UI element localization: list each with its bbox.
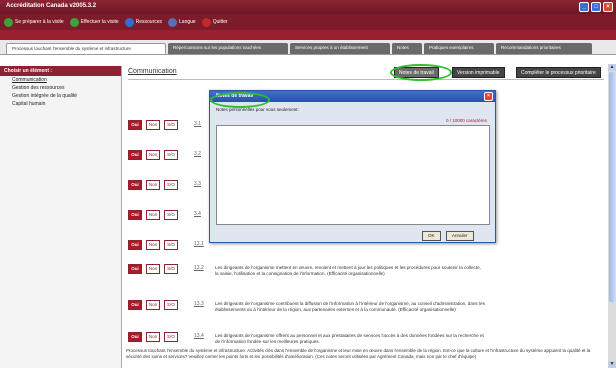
- complete-process-button[interactable]: Compléter le processus prioritaire: [516, 67, 601, 78]
- element-item[interactable]: Communication: [0, 76, 121, 84]
- header-divider: [128, 79, 604, 80]
- answer-na-button[interactable]: S/O: [164, 264, 178, 274]
- scroll-thumb[interactable]: [609, 72, 615, 302]
- question-number[interactable]: 13.2: [194, 265, 204, 271]
- dialog-title-callout: [210, 92, 270, 108]
- toolbar-item-2[interactable]: Ressources: [124, 17, 163, 27]
- question-number[interactable]: 3.4: [194, 211, 201, 217]
- question-row: Oui Non S/O: [128, 332, 178, 346]
- toolbar-item-label: Langue: [179, 19, 196, 25]
- tab-0[interactable]: Processus touchant l'ensemble du système…: [6, 43, 166, 54]
- answer-no-button[interactable]: Non: [146, 264, 160, 274]
- element-item[interactable]: Capital humain: [0, 100, 121, 108]
- toolbar-item-label: Effectuer la visite: [80, 19, 119, 25]
- maximize-icon[interactable]: □: [591, 2, 601, 12]
- question-number[interactable]: 13.1: [194, 241, 204, 247]
- speech-bubble-icon: [168, 17, 178, 27]
- answer-na-button[interactable]: S/O: [164, 210, 178, 220]
- toolbar-strip: [0, 30, 616, 40]
- question-number[interactable]: 3.3: [194, 181, 201, 187]
- element-item[interactable]: Gestion intégrée de la qualité: [0, 92, 121, 100]
- green-arrow-icon: [69, 17, 79, 27]
- minimize-icon[interactable]: _: [579, 2, 589, 12]
- ok-button[interactable]: OK: [422, 231, 441, 241]
- cancel-button[interactable]: Annuler: [446, 231, 474, 241]
- answer-no-button[interactable]: Non: [146, 300, 160, 310]
- answer-no-button[interactable]: Non: [146, 150, 160, 160]
- toolbar-item-label: Se préparer à la visite: [15, 19, 64, 25]
- notes-button-callout: [390, 64, 452, 81]
- element-list-heading: Choisir un élément :: [0, 66, 121, 76]
- question-row: Oui Non S/O: [128, 120, 178, 134]
- answer-yes-button[interactable]: Oui: [128, 264, 142, 274]
- question-number[interactable]: 13.4: [194, 333, 204, 339]
- answer-yes-button[interactable]: Oui: [128, 210, 142, 220]
- answer-yes-button[interactable]: Oui: [128, 180, 142, 190]
- green-arrow-icon: [4, 17, 13, 27]
- section-title: Communication: [128, 68, 177, 75]
- answer-na-button[interactable]: S/O: [164, 180, 178, 190]
- answer-yes-button[interactable]: Oui: [128, 300, 142, 310]
- tab-5[interactable]: Recommandations prioritaires: [496, 43, 592, 54]
- question-text: Les dirigeants de l'organisme mettent en…: [215, 265, 481, 276]
- close-icon[interactable]: ×: [603, 2, 613, 12]
- character-counter: 0 / 10000 caractères: [445, 118, 487, 123]
- answer-yes-button[interactable]: Oui: [128, 240, 142, 250]
- question-number[interactable]: 3.1: [194, 121, 201, 127]
- tab-4[interactable]: Pratiques exemplaires: [424, 43, 494, 54]
- tab-3[interactable]: Notes: [392, 43, 422, 54]
- toolbar-item-label: Quitter: [212, 19, 228, 25]
- question-text: Les dirigeants de l'organisme contribuen…: [215, 301, 485, 312]
- answer-na-button[interactable]: S/O: [164, 332, 178, 342]
- print-version-button[interactable]: Version imprimable: [452, 67, 505, 78]
- help-icon: [124, 17, 134, 27]
- answer-yes-button[interactable]: Oui: [128, 332, 142, 342]
- window-title: Accréditation Canada v2005.3.2: [6, 3, 97, 9]
- question-number[interactable]: 13.3: [194, 301, 204, 307]
- tab-bar: Processus touchant l'ensemble du système…: [0, 40, 616, 55]
- toolbar-item-0[interactable]: Se préparer à la visite: [4, 17, 64, 27]
- process-description: Processus touchant l'ensemble du système…: [126, 348, 591, 359]
- element-item[interactable]: Gestion des ressources: [0, 84, 121, 92]
- vertical-scrollbar[interactable]: ▲ ▼: [608, 64, 616, 368]
- window-title-bar: Accréditation Canada v2005.3.2 _ □ ×: [0, 0, 616, 14]
- question-row: Oui Non S/O: [128, 240, 178, 254]
- scroll-up-icon[interactable]: ▲: [608, 64, 616, 71]
- dialog-close-icon[interactable]: ×: [484, 92, 493, 101]
- answer-no-button[interactable]: Non: [146, 210, 160, 220]
- exit-icon: [201, 17, 211, 27]
- notes-textarea[interactable]: [216, 125, 490, 225]
- answer-no-button[interactable]: Non: [146, 332, 160, 342]
- answer-no-button[interactable]: Non: [146, 120, 160, 130]
- dialog-label: Notes personnelles pour vous seulement:: [216, 107, 299, 112]
- answer-na-button[interactable]: S/O: [164, 150, 178, 160]
- answer-na-button[interactable]: S/O: [164, 120, 178, 130]
- tab-2[interactable]: Services propres à un établissement: [290, 43, 390, 54]
- answer-yes-button[interactable]: Oui: [128, 150, 142, 160]
- question-row: Oui Non S/O: [128, 264, 178, 278]
- work-notes-dialog: Notes de travail × Notes personnelles po…: [209, 90, 496, 243]
- answer-no-button[interactable]: Non: [146, 240, 160, 250]
- toolbar-item-label: Ressources: [135, 19, 163, 25]
- toolbar-item-4[interactable]: Quitter: [201, 17, 228, 27]
- toolbar-item-3[interactable]: Langue: [168, 17, 196, 27]
- answer-no-button[interactable]: Non: [146, 180, 160, 190]
- answer-na-button[interactable]: S/O: [164, 300, 178, 310]
- question-number[interactable]: 3.2: [194, 151, 201, 157]
- question-row: Oui Non S/O: [128, 210, 178, 224]
- question-row: Oui Non S/O: [128, 300, 178, 314]
- scroll-down-icon[interactable]: ▼: [608, 361, 616, 368]
- element-list-pane: Choisir un élément : Communication Gestio…: [0, 66, 122, 368]
- main-toolbar: Se préparer à la visite Effectuer la visi…: [0, 14, 616, 30]
- question-row: Oui Non S/O: [128, 180, 178, 194]
- toolbar-item-1[interactable]: Effectuer la visite: [69, 17, 119, 27]
- answer-na-button[interactable]: S/O: [164, 240, 178, 250]
- question-row: Oui Non S/O: [128, 150, 178, 164]
- tab-1[interactable]: Répercussions sur les populations touché…: [168, 43, 288, 54]
- question-text: Les dirigeants de l'organisme offrent au…: [215, 333, 484, 344]
- answer-yes-button[interactable]: Oui: [128, 120, 142, 130]
